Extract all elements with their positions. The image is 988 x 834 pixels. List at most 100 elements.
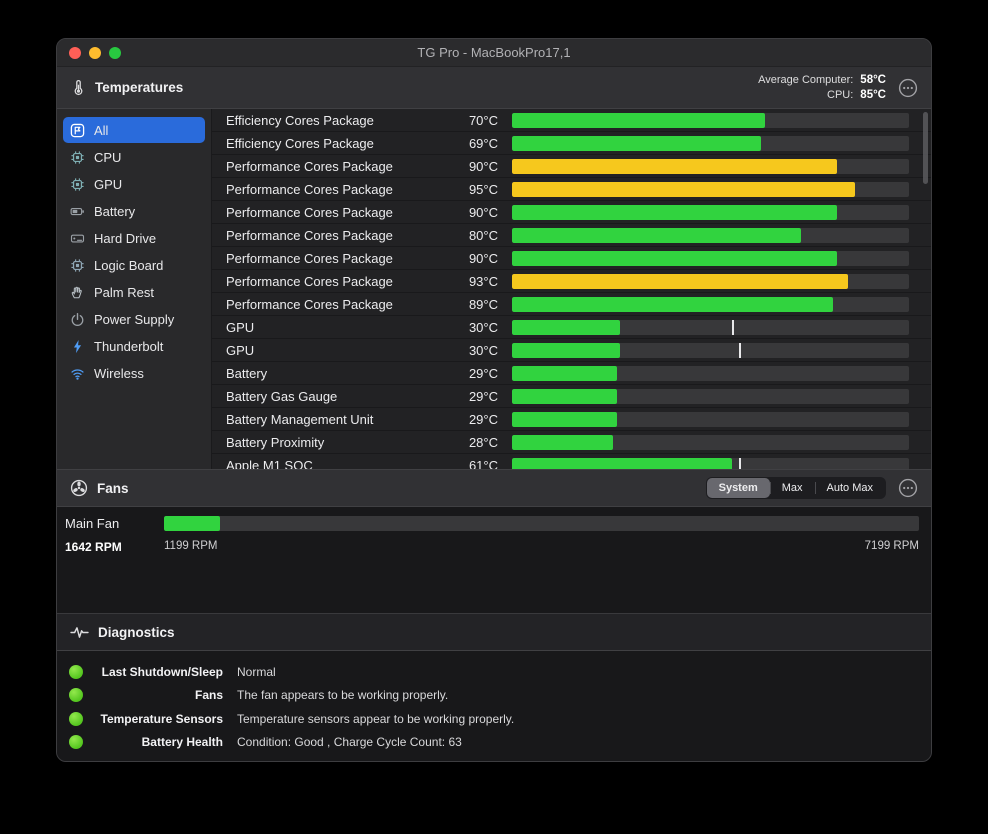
sidebar-item-hard-drive[interactable]: Hard Drive: [63, 225, 205, 251]
fan-rpm-range: 1199 RPM 7199 RPM: [164, 540, 919, 554]
temperature-row[interactable]: Performance Cores Package 90°C: [212, 201, 931, 224]
temperature-row[interactable]: Performance Cores Package 90°C: [212, 247, 931, 270]
temperature-bar-fill: [512, 365, 617, 381]
sensor-name: Performance Cores Package: [226, 158, 393, 174]
sensor-name: Battery Management Unit: [226, 411, 374, 427]
sensor-name: Battery: [226, 365, 268, 381]
temperature-bar-track: [512, 296, 909, 312]
thermometer-icon: [70, 79, 86, 96]
sensor-name: Performance Cores Package: [226, 296, 393, 312]
thunderbolt-icon: [70, 339, 85, 354]
sensor-name: Performance Cores Package: [226, 273, 393, 289]
sidebar-item-label: Wireless: [94, 365, 144, 381]
sensor-name: Performance Cores Package: [226, 250, 393, 266]
temperature-row[interactable]: Battery 29°C: [212, 362, 931, 385]
status-ok-dot: [69, 688, 83, 703]
sensor-temperature: 70°C: [468, 112, 498, 128]
temperature-row[interactable]: Performance Cores Package 93°C: [212, 270, 931, 293]
sidebar-item-logic-board[interactable]: Logic Board: [63, 252, 205, 278]
window-title: TG Pro - MacBookPro17,1: [417, 45, 571, 60]
hard-drive-icon: [70, 231, 85, 246]
temperatures-more-options-button[interactable]: [898, 78, 918, 98]
sidebar-item-palm-rest[interactable]: Palm Rest: [63, 279, 205, 305]
temperature-row[interactable]: GPU 30°C: [212, 339, 931, 362]
temperature-row[interactable]: Apple M1 SOC 61°C: [212, 454, 931, 469]
sidebar-item-label: CPU: [94, 149, 122, 165]
temperature-row[interactable]: Battery Gas Gauge 29°C: [212, 385, 931, 408]
fans-body: Main Fan 1642 RPM 1199 RPM 7199 RPM: [57, 507, 931, 613]
diagnostic-status: Temperature sensors appear to be working…: [237, 711, 515, 726]
minimize-button[interactable]: [89, 46, 101, 59]
scrollbar-thumb[interactable]: [923, 112, 928, 184]
diagnostic-label: Last Shutdown/Sleep: [101, 664, 223, 679]
sidebar-item-wireless[interactable]: Wireless: [63, 360, 205, 386]
sidebar-item-label: All: [94, 122, 109, 138]
sidebar-item-battery[interactable]: Battery: [63, 198, 205, 224]
fan-mode-max[interactable]: Max: [769, 478, 815, 498]
fans-title: Fans: [97, 480, 129, 496]
temperatures-content: All CPU GPU Battery Hard Drive Logic Boa…: [57, 109, 931, 469]
diagnostics-body: Last Shutdown/Sleep Normal Fans The fan app…: [57, 651, 931, 761]
sensor-name: Performance Cores Package: [226, 227, 393, 243]
temperature-bar-track: [512, 112, 909, 128]
sidebar-item-label: Palm Rest: [94, 284, 154, 300]
sidebar-item-thunderbolt[interactable]: Thunderbolt: [63, 333, 205, 359]
temperature-summary: Average Computer: 58°C CPU: 85°C: [758, 74, 886, 101]
sensor-temperature: 93°C: [468, 273, 498, 289]
temperature-bar-fill: [512, 388, 617, 404]
sensor-temperature: 90°C: [468, 158, 498, 174]
app-window: TG Pro - MacBookPro17,1 Temperatures Ave…: [56, 38, 932, 762]
waveform-icon: [70, 624, 89, 641]
sensor-name: Performance Cores Package: [226, 181, 393, 197]
temperature-bar-track: [512, 204, 909, 220]
sidebar-item-all[interactable]: All: [63, 117, 205, 143]
sensor-temperature: 29°C: [468, 411, 498, 427]
sensor-name: Efficiency Cores Package: [226, 135, 374, 151]
average-computer-value: 58°C: [860, 74, 886, 86]
temperature-max-tick: [739, 457, 742, 469]
temperature-bar-track: [512, 227, 909, 243]
temperature-row[interactable]: GPU 30°C: [212, 316, 931, 339]
sensor-temperature: 90°C: [468, 250, 498, 266]
sensor-temperature: 69°C: [468, 135, 498, 151]
temperature-row[interactable]: Efficiency Cores Package 69°C: [212, 132, 931, 155]
sensor-name: GPU: [226, 319, 255, 335]
sidebar-item-gpu[interactable]: GPU: [63, 171, 205, 197]
battery-icon: [70, 204, 85, 219]
diagnostics-title: Diagnostics: [98, 624, 175, 640]
temperature-row[interactable]: Performance Cores Package 89°C: [212, 293, 931, 316]
diagnostic-row: Fans The fan appears to be working proper…: [69, 684, 917, 708]
fans-more-options-button[interactable]: [898, 478, 918, 498]
zoom-button[interactable]: [109, 46, 121, 59]
temperature-bar-track: [512, 250, 909, 266]
temperatures-header: Temperatures Average Computer: 58°C CPU:…: [57, 67, 931, 109]
fan-bar-track: [164, 516, 919, 531]
fan-mode-auto-max[interactable]: Auto Max: [814, 478, 885, 498]
sidebar-item-cpu[interactable]: CPU: [63, 144, 205, 170]
temperature-bar-fill: [512, 158, 837, 174]
temperature-row[interactable]: Performance Cores Package 80°C: [212, 224, 931, 247]
temperature-row[interactable]: Performance Cores Package 90°C: [212, 155, 931, 178]
sidebar-item-power-supply[interactable]: Power Supply: [63, 306, 205, 332]
temperature-bar-fill: [512, 227, 801, 243]
palm-rest-hand-icon: [70, 285, 85, 300]
temperature-bar-track: [512, 158, 909, 174]
status-ok-dot: [69, 735, 83, 750]
close-button[interactable]: [69, 46, 81, 59]
average-computer-label: Average Computer:: [758, 74, 854, 86]
sensor-temperature: 29°C: [468, 388, 498, 404]
sensor-temperature: 90°C: [468, 204, 498, 220]
power-icon: [70, 312, 85, 327]
title-bar[interactable]: TG Pro - MacBookPro17,1: [57, 39, 931, 67]
diagnostic-status: Condition: Good , Charge Cycle Count: 63: [237, 735, 462, 750]
sensor-temperature: 28°C: [468, 434, 498, 450]
fan-mode-system[interactable]: System: [706, 478, 770, 498]
sensor-temperature: 80°C: [468, 227, 498, 243]
sensor-temperature: 89°C: [468, 296, 498, 312]
temperature-row[interactable]: Performance Cores Package 95°C: [212, 178, 931, 201]
diagnostic-row: Last Shutdown/Sleep Normal: [69, 660, 917, 684]
temperature-bar-fill: [512, 457, 733, 469]
temperature-row[interactable]: Battery Proximity 28°C: [212, 431, 931, 454]
temperature-row[interactable]: Efficiency Cores Package 70°C: [212, 109, 931, 132]
temperature-row[interactable]: Battery Management Unit 29°C: [212, 408, 931, 431]
